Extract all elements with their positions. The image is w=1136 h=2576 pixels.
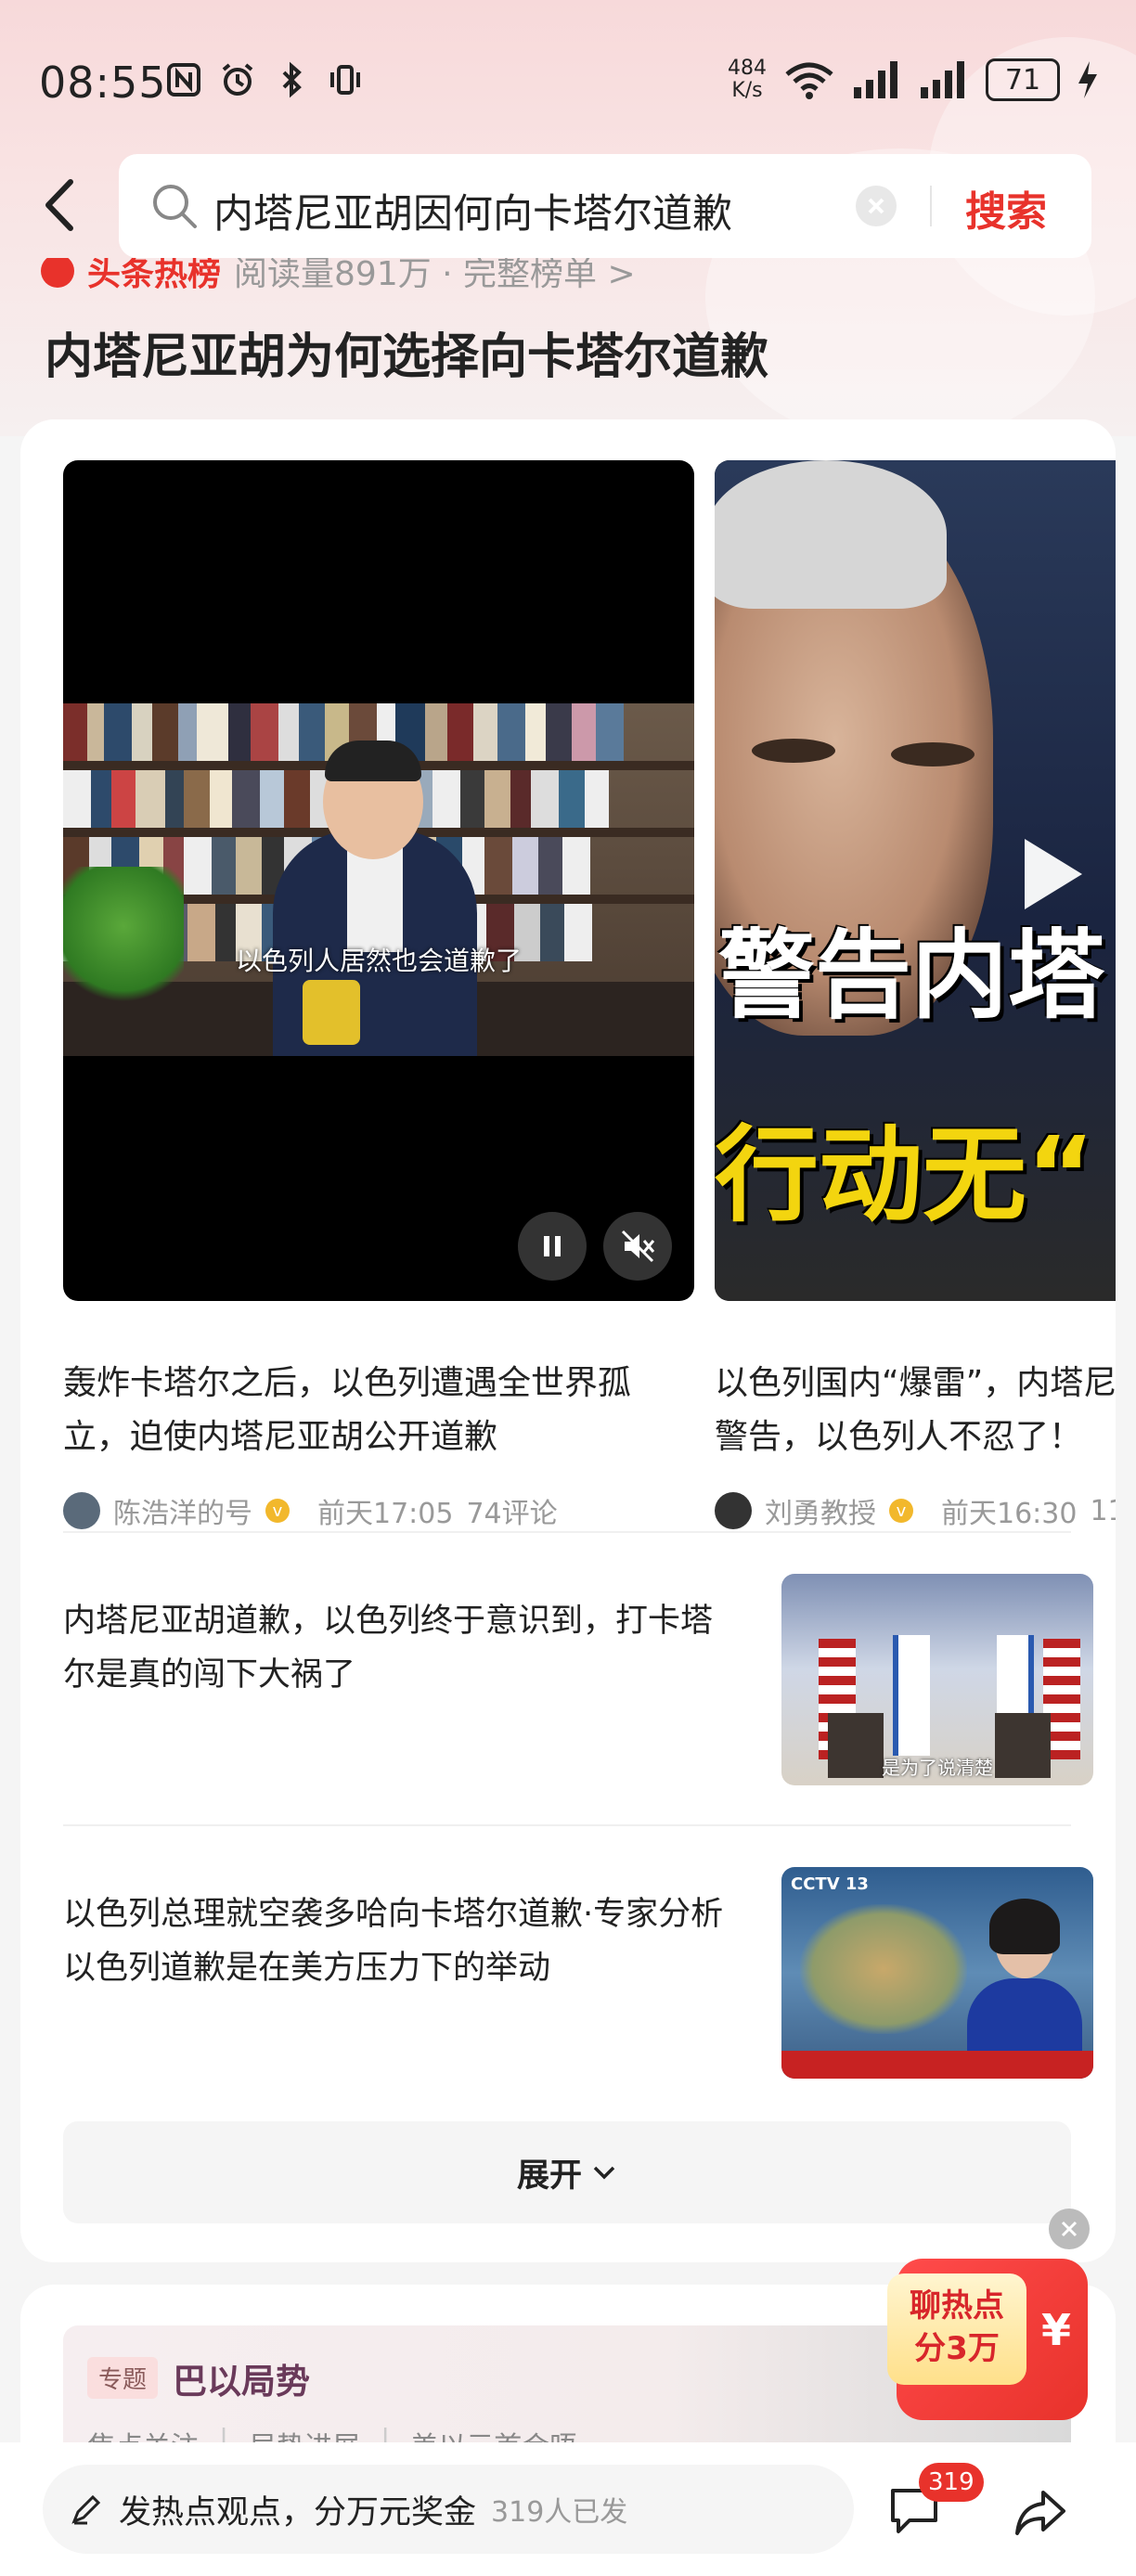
comment-input-count: 319人已发 bbox=[491, 2496, 628, 2529]
search-input[interactable]: 内塔尼亚胡因何向卡塔尔道歉 bbox=[213, 182, 882, 239]
comment-input[interactable]: 发热点观点，分万元奖金 319人已发 bbox=[43, 2465, 854, 2554]
news-item[interactable]: 以色列总理就空袭多哈向卡塔尔道歉·专家分析 以色列道歉是在美方压力下的举动 CC… bbox=[63, 1867, 1093, 2080]
fire-icon bbox=[41, 258, 74, 288]
tv-logo: CCTV 13 bbox=[791, 1874, 869, 1894]
publish-time: 前天17:05 bbox=[317, 1498, 454, 1530]
overlay-text: 行动无“ bbox=[715, 1115, 1095, 1236]
video-thumbnail[interactable]: 警告内塔 行动无“ bbox=[715, 460, 1116, 1301]
results-card: 以色列人居然也会道歉了 轰炸卡塔尔之后，以色列遭遇全世界孤立，迫使内塔尼亚胡公开… bbox=[20, 419, 1116, 2262]
author-name[interactable]: 陈浩洋的号 bbox=[113, 1490, 252, 1531]
nfc-icon bbox=[167, 63, 200, 97]
video-title[interactable]: 以色列国内“爆雷”，内塔尼 警告，以色列人不忍了！ bbox=[715, 1357, 1116, 1464]
publish-time: 前天16:30 bbox=[941, 1498, 1078, 1530]
clock: 08:55 bbox=[39, 58, 167, 108]
chevron-down-icon bbox=[593, 2166, 615, 2180]
search-button[interactable]: 搜索 bbox=[965, 178, 1047, 238]
tea-cup bbox=[303, 980, 360, 1045]
wifi-icon bbox=[785, 62, 833, 99]
status-bar: 08:55 484 K/s 71 bbox=[0, 0, 1136, 148]
vibrate-icon bbox=[330, 65, 360, 95]
avatar[interactable] bbox=[63, 1492, 100, 1529]
signal-icon-1 bbox=[854, 61, 897, 98]
share-icon[interactable] bbox=[1012, 2483, 1069, 2541]
promo-widget[interactable]: 聊热点 分3万 ¥ bbox=[887, 2240, 1088, 2420]
video-card[interactable]: 以色列人居然也会道歉了 轰炸卡塔尔之后，以色列遭遇全世界孤立，迫使内塔尼亚胡公开… bbox=[63, 460, 694, 1537]
author-name[interactable]: 刘勇教授 bbox=[765, 1490, 876, 1531]
pause-icon bbox=[544, 1236, 561, 1256]
video-card[interactable]: 警告内塔 行动无“ 以色列国内“爆雷”，内塔尼 警告，以色列人不忍了！ 刘勇教授… bbox=[715, 460, 1116, 1537]
divider bbox=[63, 1824, 1071, 1826]
mute-button[interactable] bbox=[603, 1212, 672, 1281]
expand-button[interactable]: 展开 bbox=[63, 2121, 1071, 2223]
net-speed-value: 484 bbox=[728, 57, 767, 80]
news-thumbnail[interactable]: CCTV 13 bbox=[781, 1867, 1093, 2079]
status-right: 484 K/s 71 bbox=[728, 58, 1099, 102]
video-meta: 刘勇教授 v 前天16:30 11 bbox=[715, 1490, 1116, 1531]
back-button[interactable] bbox=[37, 173, 84, 238]
divider bbox=[63, 1531, 1071, 1533]
news-title[interactable]: 以色列总理就空袭多哈向卡塔尔道歉·专家分析 以色列道歉是在美方压力下的举动 bbox=[63, 1887, 731, 1995]
search-box[interactable]: 内塔尼亚胡因何向卡塔尔道歉 搜索 bbox=[119, 154, 1091, 258]
topic-tag: 专题 bbox=[87, 2357, 159, 2399]
promo-tag: 聊热点 分3万 bbox=[887, 2273, 1026, 2385]
status-icons bbox=[165, 61, 364, 98]
news-ticker bbox=[781, 2051, 1093, 2079]
play-icon[interactable] bbox=[1025, 839, 1082, 909]
video-title-line2: 警告，以色列人不忍了！ bbox=[715, 1418, 1083, 1456]
video-subtitle: 以色列人居然也会道歉了 bbox=[235, 946, 522, 976]
video-frame bbox=[63, 703, 694, 1056]
topic-title[interactable]: 巴以局势 bbox=[173, 2353, 310, 2403]
search-divider bbox=[930, 186, 932, 226]
promo-line2: 分3万 bbox=[914, 2330, 1000, 2367]
pause-button[interactable] bbox=[518, 1212, 587, 1281]
video-title-line1: 以色列国内“爆雷”，内塔尼 bbox=[715, 1364, 1116, 1402]
news-thumbnail[interactable]: 是为了说清楚 bbox=[781, 1574, 1093, 1785]
bluetooth-icon bbox=[282, 61, 302, 98]
yen-icon: ¥ bbox=[1041, 2305, 1072, 2355]
comment-count-label: 74评论 bbox=[466, 1498, 558, 1530]
overlay-text: 警告内塔 bbox=[718, 919, 1105, 1032]
close-icon bbox=[1061, 2221, 1078, 2237]
mute-icon bbox=[621, 1230, 655, 1263]
pen-icon bbox=[71, 2494, 101, 2525]
net-speed-unit: K/s bbox=[731, 79, 763, 102]
search-icon bbox=[153, 185, 197, 228]
hot-brand: 头条热榜 bbox=[87, 258, 222, 293]
comment-badge: 319 bbox=[919, 2463, 984, 2502]
page-title: 内塔尼亚胡为何选择向卡塔尔道歉 bbox=[45, 329, 769, 385]
hot-ranking-row[interactable]: 头条热榜 阅读量891万 · 完整榜单 > bbox=[41, 258, 636, 295]
bottom-bar: 发热点观点，分万元奖金 319人已发 319 bbox=[0, 2442, 1136, 2576]
signal-icon-2 bbox=[921, 61, 964, 98]
comment-count-label: 11 bbox=[1090, 1494, 1116, 1527]
comment-input-text: 发热点观点，分万元奖金 bbox=[119, 2493, 477, 2531]
expand-label: 展开 bbox=[516, 2157, 582, 2195]
verified-icon: v bbox=[889, 1499, 913, 1523]
alarm-icon bbox=[222, 63, 253, 96]
video-player[interactable]: 以色列人居然也会道歉了 bbox=[63, 460, 694, 1301]
video-title[interactable]: 轰炸卡塔尔之后，以色列遭遇全世界孤立，迫使内塔尼亚胡公开道歉 bbox=[63, 1357, 657, 1464]
charging-icon bbox=[1078, 61, 1097, 98]
promo-line1: 聊热点 bbox=[910, 2287, 1004, 2325]
avatar[interactable] bbox=[715, 1492, 752, 1529]
video-meta: 陈浩洋的号 v 前天17:05 74评论 bbox=[63, 1490, 558, 1531]
battery-indicator: 71 bbox=[986, 58, 1060, 101]
news-title[interactable]: 内塔尼亚胡道歉，以色列终于意识到，打卡塔尔是真的闯下大祸了 bbox=[63, 1594, 731, 1702]
clear-icon[interactable] bbox=[856, 186, 897, 226]
thumb-caption: 是为了说清楚 bbox=[882, 1757, 993, 1779]
network-speed: 484 K/s bbox=[728, 58, 767, 102]
news-item[interactable]: 内塔尼亚胡道歉，以色列终于意识到，打卡塔尔是真的闯下大祸了 是为了说清楚 bbox=[63, 1574, 1093, 1787]
verified-icon: v bbox=[265, 1499, 290, 1523]
hot-meta[interactable]: 阅读量891万 · 完整榜单 > bbox=[234, 258, 636, 295]
